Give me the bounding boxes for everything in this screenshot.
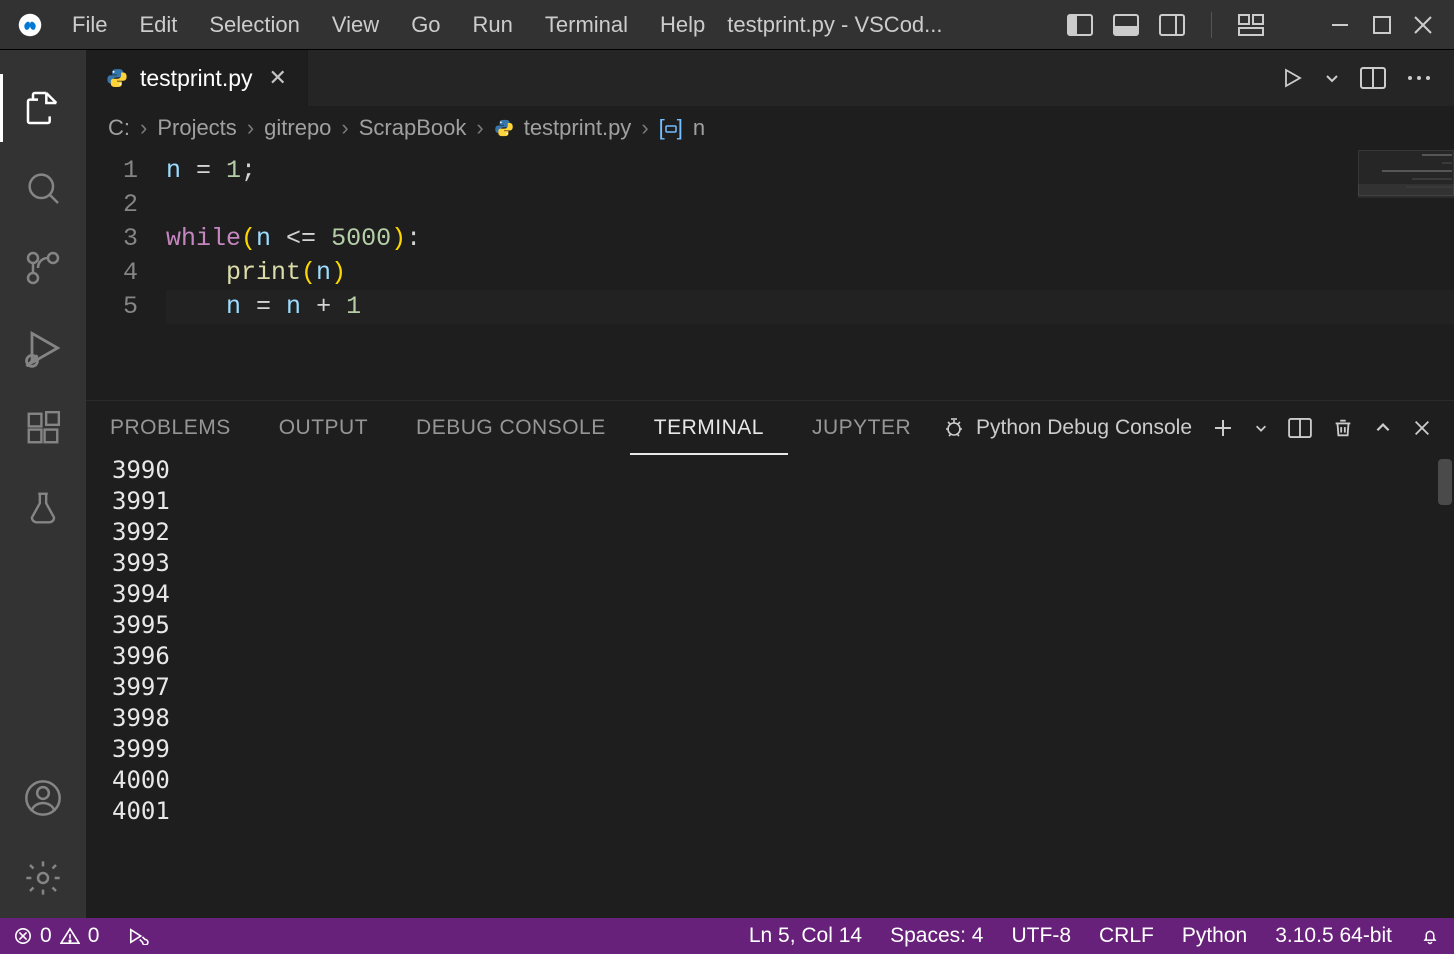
run-file-icon[interactable] [1280,66,1304,90]
status-debug-target[interactable] [113,927,163,945]
panel-tab-debug-console[interactable]: DEBUG CONSOLE [392,401,630,455]
editor-more-icon[interactable] [1406,74,1432,82]
code-lines[interactable]: n = 1;while(n <= 5000): print(n) n = n +… [166,154,1454,324]
window-close-icon[interactable] [1412,14,1434,36]
code-editor[interactable]: 12345 n = 1;while(n <= 5000): print(n) n… [86,150,1454,400]
terminal-scrollbar[interactable] [1438,459,1452,505]
panel-tab-bar: PROBLEMS OUTPUT DEBUG CONSOLE TERMINAL J… [86,401,1454,455]
toggle-primary-sidebar-icon[interactable] [1067,14,1093,36]
panel-tab-problems[interactable]: PROBLEMS [86,401,255,455]
split-editor-icon[interactable] [1360,67,1386,89]
titlebar-separator [1211,12,1212,38]
window-maximize-icon[interactable] [1372,15,1392,35]
editor-tab-bar: testprint.py ✕ [86,50,1454,106]
activity-accounts[interactable] [0,758,86,838]
window-title: testprint.py - VSCod... [727,12,942,38]
line-number-gutter[interactable]: 12345 [86,154,166,324]
close-panel-icon[interactable] [1412,418,1432,438]
breadcrumb-part[interactable]: testprint.py [524,115,632,141]
title-bar: File Edit Selection View Go Run Terminal… [0,0,1454,50]
menu-selection[interactable]: Selection [193,0,316,50]
debug-icon [942,416,966,440]
activity-bar [0,50,86,918]
status-problems[interactable]: 0 0 [0,924,113,948]
status-cursor-position[interactable]: Ln 5, Col 14 [735,924,876,948]
panel-tab-jupyter[interactable]: JUPYTER [788,401,935,455]
breadcrumb-part[interactable]: gitrepo [264,115,331,141]
kill-terminal-icon[interactable] [1332,417,1354,439]
terminal-profile-label: Python Debug Console [976,416,1192,440]
toggle-secondary-sidebar-icon[interactable] [1159,14,1185,36]
panel-tab-output[interactable]: OUTPUT [255,401,392,455]
menu-terminal[interactable]: Terminal [529,0,644,50]
close-tab-icon[interactable]: ✕ [265,65,287,91]
new-terminal-more-icon[interactable] [1254,421,1268,435]
panel: PROBLEMS OUTPUT DEBUG CONSOLE TERMINAL J… [86,400,1454,918]
activity-manage[interactable] [0,838,86,918]
panel-tab-terminal[interactable]: TERMINAL [630,401,788,455]
breadcrumb[interactable]: C:› Projects› gitrepo› ScrapBook› testpr… [86,106,1454,150]
main-area: testprint.py ✕ C:› Projects› gitrepo› Sc… [0,50,1454,918]
menu-view[interactable]: View [316,0,395,50]
warning-icon [60,927,80,945]
status-language[interactable]: Python [1168,924,1261,948]
split-terminal-icon[interactable] [1288,418,1312,438]
python-file-icon [494,118,514,138]
status-errors-count: 0 [40,924,52,948]
maximize-panel-icon[interactable] [1374,421,1392,435]
menu-run[interactable]: Run [457,0,529,50]
editor-tab-testprint[interactable]: testprint.py ✕ [86,50,308,106]
activity-extensions[interactable] [0,388,86,468]
status-interpreter[interactable]: 3.10.5 64-bit [1261,924,1406,948]
status-encoding[interactable]: UTF-8 [998,924,1086,948]
breadcrumb-part[interactable]: Projects [157,115,236,141]
error-icon [14,927,32,945]
activity-search[interactable] [0,148,86,228]
status-eol[interactable]: CRLF [1085,924,1168,948]
activity-testing[interactable] [0,468,86,548]
menu-edit[interactable]: Edit [123,0,193,50]
window-minimize-icon[interactable] [1328,13,1352,37]
activity-explorer[interactable] [0,68,86,148]
status-indentation[interactable]: Spaces: 4 [876,924,997,948]
terminal-output[interactable]: 3990399139923993399439953996399739983999… [86,455,1454,918]
app-icon [18,13,42,37]
menu-bar: File Edit Selection View Go Run Terminal… [56,0,721,50]
python-file-icon [106,67,128,89]
activity-run-debug[interactable] [0,308,86,388]
symbol-variable-icon: [] [659,115,683,141]
menu-file[interactable]: File [56,0,123,50]
breadcrumb-part[interactable]: n [693,115,705,141]
terminal-profile[interactable]: Python Debug Console [942,416,1192,440]
breadcrumb-part[interactable]: ScrapBook [359,115,467,141]
activity-source-control[interactable] [0,228,86,308]
new-terminal-icon[interactable] [1212,417,1234,439]
toggle-panel-icon[interactable] [1113,14,1139,36]
breadcrumb-part[interactable]: C: [108,115,130,141]
customize-layout-icon[interactable] [1238,14,1264,36]
menu-help[interactable]: Help [644,0,721,50]
status-warnings-count: 0 [88,924,100,948]
editor-tab-label: testprint.py [140,65,253,92]
status-notifications[interactable] [1406,926,1454,946]
editor-area: testprint.py ✕ C:› Projects› gitrepo› Sc… [86,50,1454,918]
run-file-more-icon[interactable] [1324,70,1340,86]
menu-go[interactable]: Go [395,0,456,50]
status-bar: 0 0 Ln 5, Col 14 Spaces: 4 UTF-8 CRLF Py… [0,918,1454,954]
